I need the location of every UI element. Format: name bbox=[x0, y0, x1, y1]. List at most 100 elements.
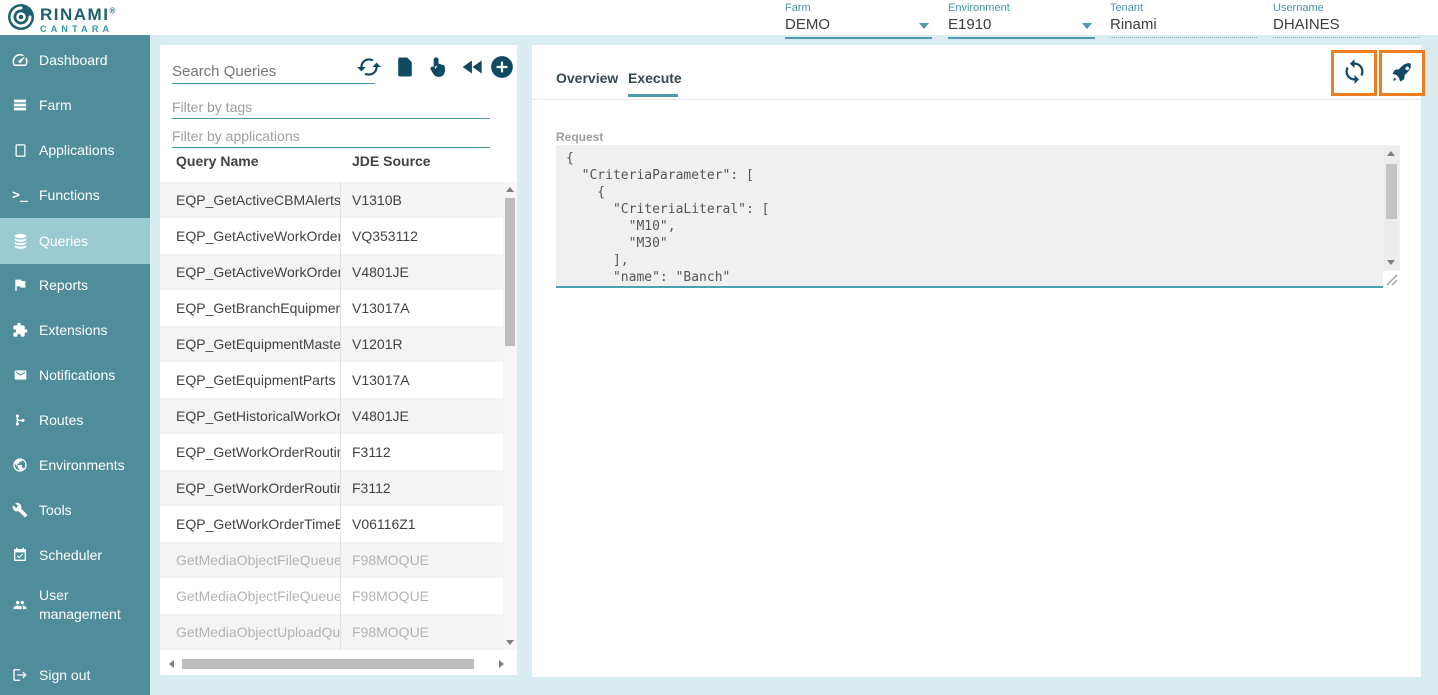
app-window: RINAMI® CANTARA Farm DEMO Environment E1… bbox=[0, 0, 1438, 695]
textarea-vertical-scrollbar[interactable] bbox=[1384, 146, 1399, 270]
tablet-icon bbox=[10, 142, 30, 159]
scroll-down-arrow-icon[interactable] bbox=[1387, 260, 1395, 265]
scroll-left-arrow-icon[interactable] bbox=[169, 660, 174, 668]
table-row[interactable]: EQP_GetEquipmentMasterV1201R bbox=[160, 326, 503, 362]
table-row[interactable]: EQP_GetBranchEquipmentV13017A bbox=[160, 290, 503, 326]
sidebar: Dashboard Farm Applications >_ Functions… bbox=[0, 35, 150, 695]
queries-panel: x Query Name JDE Source EQP_GetActiveCBM… bbox=[160, 45, 517, 675]
search-queries-input[interactable] bbox=[172, 59, 375, 84]
table-row[interactable]: EQP_GetActiveCBMAlertsV1310B bbox=[160, 182, 503, 218]
select-query-button[interactable] bbox=[423, 54, 451, 82]
query-table: EQP_GetActiveCBMAlertsV1310B EQP_GetActi… bbox=[160, 182, 503, 650]
dashboard-gauge-icon bbox=[10, 51, 30, 69]
username-value: DHAINES bbox=[1273, 14, 1420, 37]
refresh-queries-button[interactable] bbox=[355, 54, 383, 82]
table-row[interactable]: EQP_GetWorkOrderTimeEnV06116Z1 bbox=[160, 506, 503, 542]
sidebar-item-farm[interactable]: Farm bbox=[0, 90, 150, 120]
username-field: Username DHAINES bbox=[1273, 2, 1420, 38]
sidebar-item-dashboard[interactable]: Dashboard bbox=[0, 45, 150, 75]
registered-mark: ® bbox=[109, 6, 115, 15]
chevron-down-icon[interactable] bbox=[1082, 23, 1092, 29]
environment-label: Environment bbox=[948, 2, 1095, 14]
table-row[interactable]: EQP_GetWorkOrderRoutingF3112 bbox=[160, 434, 503, 470]
sidebar-item-scheduler[interactable]: Scheduler bbox=[0, 540, 150, 570]
branch-icon bbox=[10, 412, 30, 428]
scroll-up-arrow-icon[interactable] bbox=[506, 187, 514, 192]
table-row[interactable]: EQP_GetActiveWorkOrdersV4801JE bbox=[160, 254, 503, 290]
scroll-down-arrow-icon[interactable] bbox=[506, 640, 514, 645]
users-icon bbox=[10, 598, 30, 612]
terminal-prompt-icon: >_ bbox=[10, 188, 30, 203]
tenant-value: Rinami bbox=[1110, 14, 1257, 37]
sidebar-item-tools[interactable]: Tools bbox=[0, 495, 150, 525]
scrollbar-thumb[interactable] bbox=[1386, 164, 1397, 219]
table-vertical-scrollbar[interactable] bbox=[503, 182, 517, 650]
chevron-down-icon[interactable] bbox=[919, 23, 929, 29]
export-excel-button[interactable]: x bbox=[391, 54, 419, 82]
brand-name: RINAMI® bbox=[40, 6, 115, 23]
sidebar-item-reports[interactable]: Reports bbox=[0, 270, 150, 300]
rocket-icon bbox=[1389, 59, 1415, 88]
table-row[interactable]: EQP_GetActiveWorkOrderRVQ353112 bbox=[160, 218, 503, 254]
table-header: Query Name JDE Source bbox=[160, 153, 503, 181]
sidebar-item-queries[interactable]: Queries bbox=[0, 218, 150, 264]
sidebar-item-applications[interactable]: Applications bbox=[0, 135, 150, 165]
execute-query-button[interactable] bbox=[1379, 50, 1425, 96]
table-row[interactable]: EQP_GetEquipmentPartsV13017A bbox=[160, 362, 503, 398]
server-stack-icon bbox=[10, 97, 30, 113]
execute-actions bbox=[1331, 50, 1425, 96]
brand-subname: CANTARA bbox=[40, 25, 115, 34]
hand-pointer-icon bbox=[425, 55, 449, 82]
add-query-button[interactable] bbox=[488, 54, 516, 82]
active-tab-indicator bbox=[628, 94, 678, 97]
table-row[interactable]: GetMediaObjectFileQueueF98MOQUE bbox=[160, 542, 503, 578]
table-row[interactable]: GetMediaObjectFileQueuesF98MOQUE bbox=[160, 578, 503, 614]
flag-icon bbox=[10, 277, 30, 293]
wrench-icon bbox=[10, 502, 30, 518]
svg-text:x: x bbox=[402, 64, 407, 73]
scroll-up-arrow-icon[interactable] bbox=[1387, 151, 1395, 156]
globe-icon bbox=[10, 457, 30, 473]
sidebar-item-environments[interactable]: Environments bbox=[0, 450, 150, 480]
username-label: Username bbox=[1273, 2, 1420, 14]
sidebar-item-functions[interactable]: >_ Functions bbox=[0, 180, 150, 210]
table-horizontal-scrollbar[interactable] bbox=[168, 657, 505, 671]
rewind-icon bbox=[460, 54, 486, 83]
sidebar-item-routes[interactable]: Routes bbox=[0, 405, 150, 435]
column-header-jde-source: JDE Source bbox=[352, 153, 431, 169]
filter-tags-input[interactable] bbox=[172, 96, 490, 119]
sidebar-item-extensions[interactable]: Extensions bbox=[0, 315, 150, 345]
database-icon bbox=[10, 232, 30, 250]
table-row[interactable]: GetMediaObjectUploadQueF98MOQUE bbox=[160, 614, 503, 650]
rewind-button[interactable] bbox=[459, 54, 487, 82]
sidebar-item-user-management[interactable]: User management bbox=[0, 580, 150, 630]
farm-select[interactable]: Farm DEMO bbox=[785, 2, 932, 39]
sync-icon bbox=[1341, 58, 1368, 88]
textarea-resize-handle[interactable] bbox=[1383, 271, 1400, 288]
puzzle-icon bbox=[10, 322, 30, 338]
scrollbar-thumb[interactable] bbox=[182, 659, 474, 669]
table-row[interactable]: EQP_GetHistoricalWorkOrdV4801JE bbox=[160, 398, 503, 434]
brand-logo: RINAMI® CANTARA bbox=[7, 3, 115, 36]
tab-divider bbox=[532, 99, 1421, 100]
envelope-icon bbox=[10, 368, 30, 382]
scroll-right-arrow-icon[interactable] bbox=[499, 660, 504, 668]
request-textarea[interactable]: { "CriteriaParameter": [ { "CriteriaLite… bbox=[556, 145, 1400, 288]
sidebar-item-sign-out[interactable]: Sign out bbox=[0, 660, 150, 690]
sign-out-icon bbox=[10, 667, 30, 683]
table-row[interactable]: EQP_GetWorkOrderRoutingF3112 bbox=[160, 470, 503, 506]
sidebar-item-notifications[interactable]: Notifications bbox=[0, 360, 150, 390]
environment-value: E1910 bbox=[948, 14, 1095, 37]
scrollbar-thumb[interactable] bbox=[505, 198, 515, 346]
request-label: Request bbox=[556, 130, 603, 144]
farm-label: Farm bbox=[785, 2, 932, 14]
refresh-request-button[interactable] bbox=[1331, 50, 1377, 96]
filter-applications-input[interactable] bbox=[172, 125, 490, 148]
refresh-icon bbox=[356, 54, 382, 83]
environment-select[interactable]: Environment E1910 bbox=[948, 2, 1095, 39]
tab-execute[interactable]: Execute bbox=[628, 70, 682, 86]
query-detail-panel: Overview Execute Request { "CriteriaPara… bbox=[532, 45, 1421, 677]
brand-logo-icon bbox=[7, 3, 35, 36]
tenant-field: Tenant Rinami bbox=[1110, 2, 1257, 38]
tab-overview[interactable]: Overview bbox=[556, 70, 618, 86]
